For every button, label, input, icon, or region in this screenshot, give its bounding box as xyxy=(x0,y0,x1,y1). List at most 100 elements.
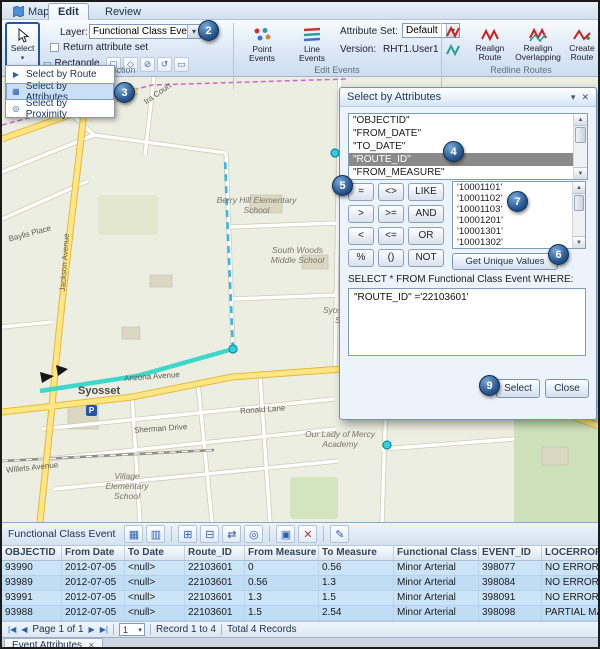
column-header[interactable]: Route_ID xyxy=(185,546,245,560)
select-dropdown-menu: ▶ Select by Route ▦ Select by Attributes… xyxy=(5,65,115,118)
realign-route-button[interactable]: Realign Route xyxy=(468,22,512,68)
operator-lessequal-button[interactable]: <= xyxy=(378,227,404,245)
field-item[interactable]: "TO_DATE" xyxy=(349,140,587,153)
create-route-icon xyxy=(573,28,591,42)
dialog-select-button[interactable]: Select xyxy=(496,379,540,398)
scroll-down-icon[interactable]: ▼ xyxy=(573,236,585,248)
return-attribute-set-checkbox[interactable] xyxy=(50,43,59,52)
operator-not-button[interactable]: NOT xyxy=(408,249,444,267)
switch-selection-icon[interactable]: ⇄ xyxy=(222,525,241,543)
last-page-icon[interactable]: ▶| xyxy=(100,625,108,634)
first-page-icon[interactable]: |◀ xyxy=(8,625,16,634)
column-header[interactable]: Functional Class xyxy=(394,546,479,560)
cell-to-measure: 0.56 xyxy=(319,561,394,575)
create-route-button[interactable]: Create Route xyxy=(564,22,600,68)
operator-and-button[interactable]: AND xyxy=(408,205,444,223)
dialog-title-bar[interactable]: Select by Attributes ▾ ✕ xyxy=(340,88,596,107)
callout-2: 2 xyxy=(198,20,219,41)
table-row[interactable]: 93991 2012-07-05 <null> 22103601 1.3 1.5… xyxy=(2,591,600,606)
scroll-up-icon[interactable]: ▲ xyxy=(573,182,585,194)
operator-greater-button[interactable]: > xyxy=(348,205,374,223)
fields-listbox[interactable]: "OBJECTID" "FROM_DATE" "TO_DATE" "ROUTE_… xyxy=(348,113,588,180)
next-page-icon[interactable]: ▶ xyxy=(89,625,95,634)
table-row[interactable]: 93988 2012-07-05 <null> 22103601 1.5 2.5… xyxy=(2,606,600,621)
operator-notequal-button[interactable]: <> xyxy=(378,183,404,201)
scrollbar-thumb[interactable] xyxy=(574,195,584,211)
callout-7: 7 xyxy=(507,191,528,212)
column-header[interactable]: To Date xyxy=(125,546,185,560)
line-events-button[interactable]: Line Events xyxy=(290,22,334,68)
column-header[interactable]: OBJECTID xyxy=(2,546,62,560)
tab-edit[interactable]: Edit xyxy=(48,3,89,20)
operator-like-button[interactable]: LIKE xyxy=(408,183,444,201)
field-item[interactable]: "FROM_DATE" xyxy=(349,127,587,140)
column-header[interactable]: LOCERROR xyxy=(542,546,600,560)
cell-functional-class: Minor Arterial xyxy=(394,606,479,620)
values-scrollbar[interactable]: ▲ ▼ xyxy=(572,182,585,248)
operator-percent-button[interactable]: % xyxy=(348,249,374,267)
page-indicator: Page 1 of 1 xyxy=(32,624,83,635)
point-events-button[interactable]: Point Events xyxy=(238,22,286,68)
prev-page-icon[interactable]: ◀ xyxy=(21,625,27,634)
event-attributes-tab[interactable]: Event Attributes ✕ xyxy=(4,638,103,649)
get-unique-values-button[interactable]: Get Unique Values xyxy=(452,253,558,270)
delete-selected-icon[interactable]: ✕ xyxy=(298,525,317,543)
operator-less-button[interactable]: < xyxy=(348,227,374,245)
value-item[interactable]: '10001201' xyxy=(453,215,585,226)
version-value: RHT1.User1 xyxy=(383,44,439,55)
park-area xyxy=(514,417,600,522)
page-size-dropdown[interactable]: 1 ▾ xyxy=(119,623,145,636)
group-divider xyxy=(233,23,234,89)
app-window: Ira Court Jackson Avenue Baylis Place Be… xyxy=(0,0,600,649)
redline-group-label: Redline Routes xyxy=(442,65,600,75)
close-tab-icon[interactable]: ✕ xyxy=(88,641,95,649)
column-header[interactable]: From Date xyxy=(62,546,125,560)
event-attributes-tab-label: Event Attributes xyxy=(12,640,82,649)
dialog-close-icon[interactable]: ✕ xyxy=(581,92,589,103)
cell-event-id: 398077 xyxy=(479,561,542,575)
value-item[interactable]: '10001301' xyxy=(453,226,585,237)
table-icon[interactable]: ▦ xyxy=(124,525,143,543)
open-table-icon[interactable]: ▥ xyxy=(146,525,165,543)
column-header[interactable]: From Measure xyxy=(245,546,319,560)
cell-to-date: <null> xyxy=(125,591,185,605)
where-clause-textbox[interactable]: "ROUTE_ID" ='22103601' xyxy=(348,288,586,356)
park-area xyxy=(98,195,158,235)
operator-parens-button[interactable]: () xyxy=(378,249,404,267)
scroll-down-icon[interactable]: ▼ xyxy=(574,167,587,179)
dialog-menu-icon[interactable]: ▾ xyxy=(571,92,576,103)
scrollbar-thumb[interactable] xyxy=(575,127,586,143)
table-row[interactable]: 93989 2012-07-05 <null> 22103601 0.56 1.… xyxy=(2,576,600,591)
scroll-up-icon[interactable]: ▲ xyxy=(574,114,587,126)
point-events-icon xyxy=(252,27,272,43)
tab-review[interactable]: Review xyxy=(96,3,150,20)
operator-or-button[interactable]: OR xyxy=(408,227,444,245)
operator-greaterequal-button[interactable]: >= xyxy=(378,205,404,223)
fields-scrollbar[interactable]: ▲ ▼ xyxy=(573,114,587,179)
menu-item-select-by-proximity[interactable]: ◎ Select by Proximity xyxy=(6,100,114,117)
dialog-close-button[interactable]: Close xyxy=(545,379,589,398)
redline-tool-icon[interactable] xyxy=(446,44,462,56)
zoom-to-selection-icon[interactable]: ◎ xyxy=(244,525,263,543)
select-all-icon[interactable]: ⊞ xyxy=(178,525,197,543)
cell-route-id: 22103601 xyxy=(185,606,245,620)
park-area xyxy=(290,477,338,519)
field-item[interactable]: "OBJECTID" xyxy=(349,114,587,127)
highlight-selection-icon[interactable]: ▣ xyxy=(276,525,295,543)
table-row[interactable]: 93990 2012-07-05 <null> 22103601 0 0.56 … xyxy=(2,561,600,576)
pager-divider xyxy=(150,624,151,635)
clear-selection-icon[interactable]: ⊟ xyxy=(200,525,219,543)
realign-overlapping-button[interactable]: Realign Overlapping xyxy=(514,22,562,68)
column-header[interactable]: EVENT_ID xyxy=(479,546,542,560)
field-item-selected[interactable]: "ROUTE_ID" xyxy=(349,153,587,166)
menu-item-label: Select by Proximity xyxy=(26,98,109,120)
edit-attributes-icon[interactable]: ✎ xyxy=(330,525,349,543)
field-item[interactable]: "FROM_MEASURE" xyxy=(349,166,587,179)
cell-route-id: 22103601 xyxy=(185,591,245,605)
redline-tool-icon[interactable] xyxy=(446,26,462,38)
cell-locerror: NO ERROR xyxy=(542,576,600,590)
cell-event-id: 398098 xyxy=(479,606,542,620)
select-button[interactable]: Select ▾ xyxy=(5,22,40,68)
column-header[interactable]: To Measure xyxy=(319,546,394,560)
layer-dropdown[interactable]: Functional Class Event ▾ xyxy=(89,24,201,39)
